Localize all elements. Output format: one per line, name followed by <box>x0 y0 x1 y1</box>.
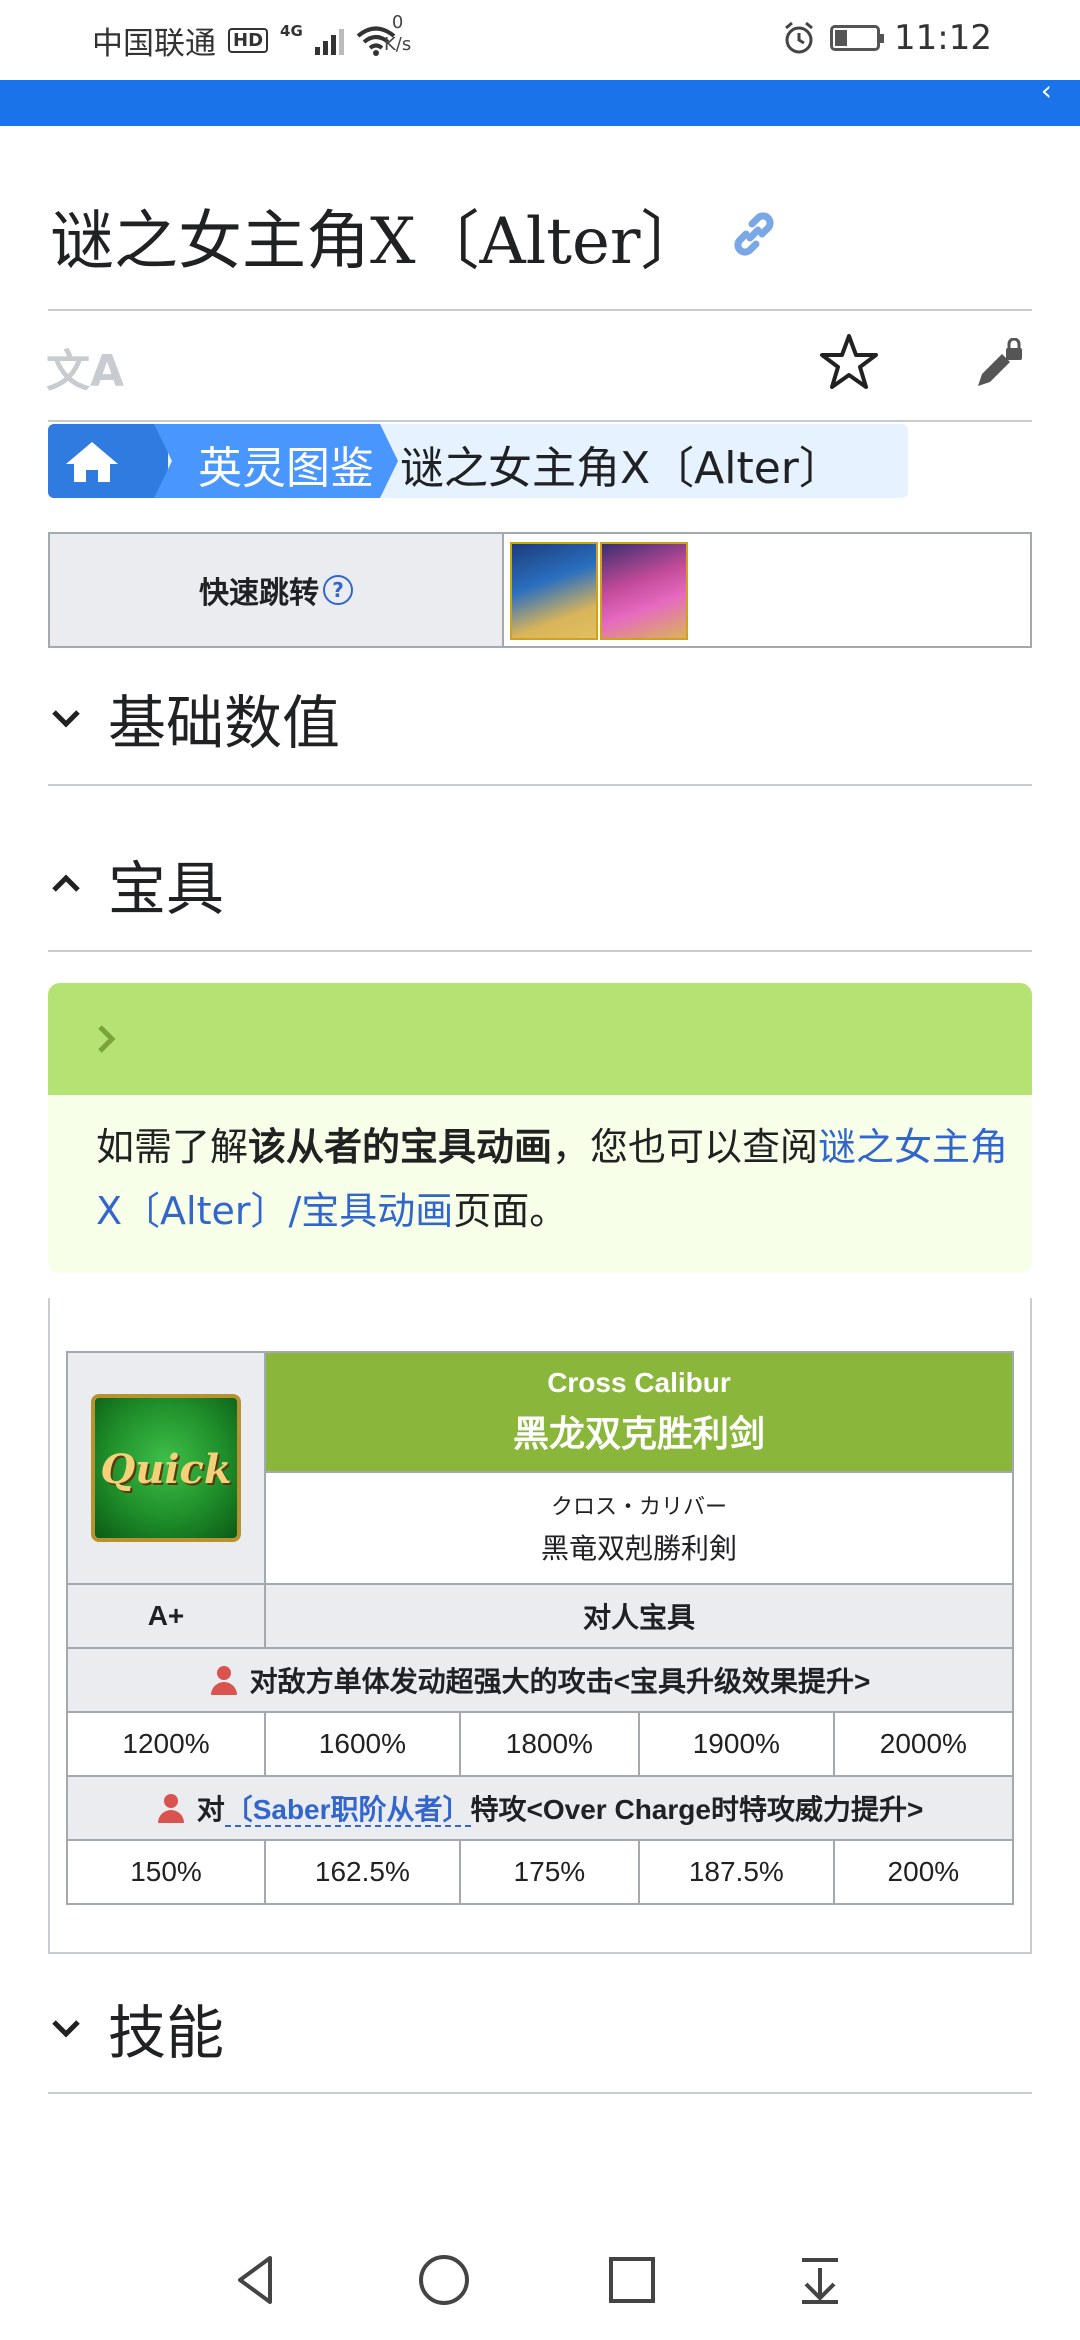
np-value-2: 187.5% <box>637 1839 835 1905</box>
home-button-icon[interactable] <box>414 2250 474 2310</box>
hd-badge: HD <box>228 28 269 53</box>
card-type-cell: Quick <box>66 1351 266 1585</box>
network-type: 4G <box>280 21 303 40</box>
np-value-1: 1600% <box>264 1711 461 1777</box>
np-effect-1: 对敌方单体发动超强大的攻击<宝具升级效果提升> <box>66 1647 1014 1713</box>
notice-header[interactable] <box>48 983 1032 1095</box>
divider <box>48 420 1032 422</box>
edit-lock-icon[interactable] <box>972 338 1026 392</box>
noble-phantasm-table: Quick Cross Calibur 黑龙双克胜利剑 クロス・カリバー 黑竜双… <box>66 1351 1015 1905</box>
signal-icon <box>314 27 344 55</box>
help-icon[interactable]: ? <box>323 575 353 605</box>
np-value-1: 1900% <box>637 1711 835 1777</box>
np-name-header: Cross Calibur 黑龙双克胜利剑 <box>264 1351 1014 1473</box>
section-skills[interactable]: 技能 <box>48 1986 224 2070</box>
divider <box>48 784 1032 786</box>
breadcrumb: 英灵图鉴 谜之女主角X〔Alter〕 <box>48 424 908 498</box>
person-icon <box>157 1794 184 1823</box>
chevron-right-icon <box>98 1025 116 1053</box>
notification-pulldown-icon[interactable] <box>790 2250 850 2310</box>
breadcrumb-home[interactable] <box>48 424 168 498</box>
np-name-cn: 黑龙双克胜利剑 <box>512 1413 765 1454</box>
np-value-1: 2000% <box>832 1711 1015 1777</box>
np-name-en: Cross Calibur <box>547 1367 731 1398</box>
np-value-2: 162.5% <box>264 1839 461 1905</box>
np-effect-2: 对〔Saber职阶从者〕特攻<Over Charge时特攻威力提升> <box>66 1775 1014 1841</box>
quick-jump-table: 快速跳转 ? <box>48 532 1032 648</box>
chevron-down-icon <box>52 710 80 728</box>
servant-thumbnail[interactable] <box>600 542 688 640</box>
status-bar: 中国联通 HD 4G 0 K/s 11:12 <box>0 0 1080 80</box>
breadcrumb-section[interactable]: 英灵图鉴 <box>154 424 398 498</box>
battery-icon <box>830 25 885 51</box>
top-app-bar: ‹ <box>0 74 1080 126</box>
quick-jump-label: 快速跳转 ? <box>50 534 504 646</box>
np-ruby: クロス・カリバー <box>550 1494 727 1519</box>
back-icon[interactable] <box>226 2250 286 2310</box>
breadcrumb-current: 谜之女主角X〔Alter〕 <box>400 443 843 494</box>
saber-class-link[interactable]: 〔Saber职阶从者〕 <box>224 1794 471 1827</box>
np-value-2: 200% <box>832 1839 1015 1905</box>
network-speed: 0 K/s <box>384 12 412 55</box>
np-value-1: 1800% <box>458 1711 640 1777</box>
chevron-up-icon <box>52 874 80 892</box>
notice-box: 如需了解该从者的宝具动画，您也可以查阅谜之女主角X〔Alter〕/宝具动画页面。 <box>48 983 1032 1273</box>
system-nav-bar <box>0 2220 1080 2340</box>
np-name-jp-cell: クロス・カリバー 黑竜双剋勝利剣 <box>264 1471 1014 1585</box>
alarm-icon <box>785 21 813 54</box>
np-value-2: 150% <box>66 1839 266 1905</box>
notice-text: 如需了解该从者的宝具动画，您也可以查阅谜之女主角X〔Alter〕/宝具动画页面。 <box>96 1125 1009 1233</box>
np-name-jp: 黑竜双剋勝利剣 <box>540 1533 737 1564</box>
np-type: 对人宝具 <box>264 1583 1014 1649</box>
carrier-name: 中国联通 <box>92 26 216 62</box>
np-value-1: 1200% <box>66 1711 266 1777</box>
chevron-down-icon <box>52 2020 80 2038</box>
divider <box>48 309 1032 311</box>
section-basic-stats[interactable]: 基础数值 <box>48 676 340 760</box>
recents-icon[interactable] <box>602 2250 662 2310</box>
np-value-2: 175% <box>458 1839 640 1905</box>
page-title: 谜之女主角X〔Alter〕 <box>50 205 705 279</box>
servant-thumbnail[interactable] <box>510 542 598 640</box>
divider <box>48 950 1032 952</box>
home-icon <box>66 442 118 482</box>
divider <box>48 2092 1032 2094</box>
link-icon[interactable] <box>728 208 780 260</box>
quick-card-icon: Quick <box>91 1394 241 1542</box>
person-icon <box>210 1666 237 1695</box>
chevron-icon[interactable]: ‹ <box>1041 74 1052 107</box>
section-noble-phantasm[interactable]: 宝具 <box>48 842 224 926</box>
np-rank: A+ <box>66 1583 266 1649</box>
translate-icon[interactable]: 文A <box>46 335 124 399</box>
star-icon[interactable] <box>818 332 880 394</box>
clock: 11:12 <box>894 18 992 58</box>
